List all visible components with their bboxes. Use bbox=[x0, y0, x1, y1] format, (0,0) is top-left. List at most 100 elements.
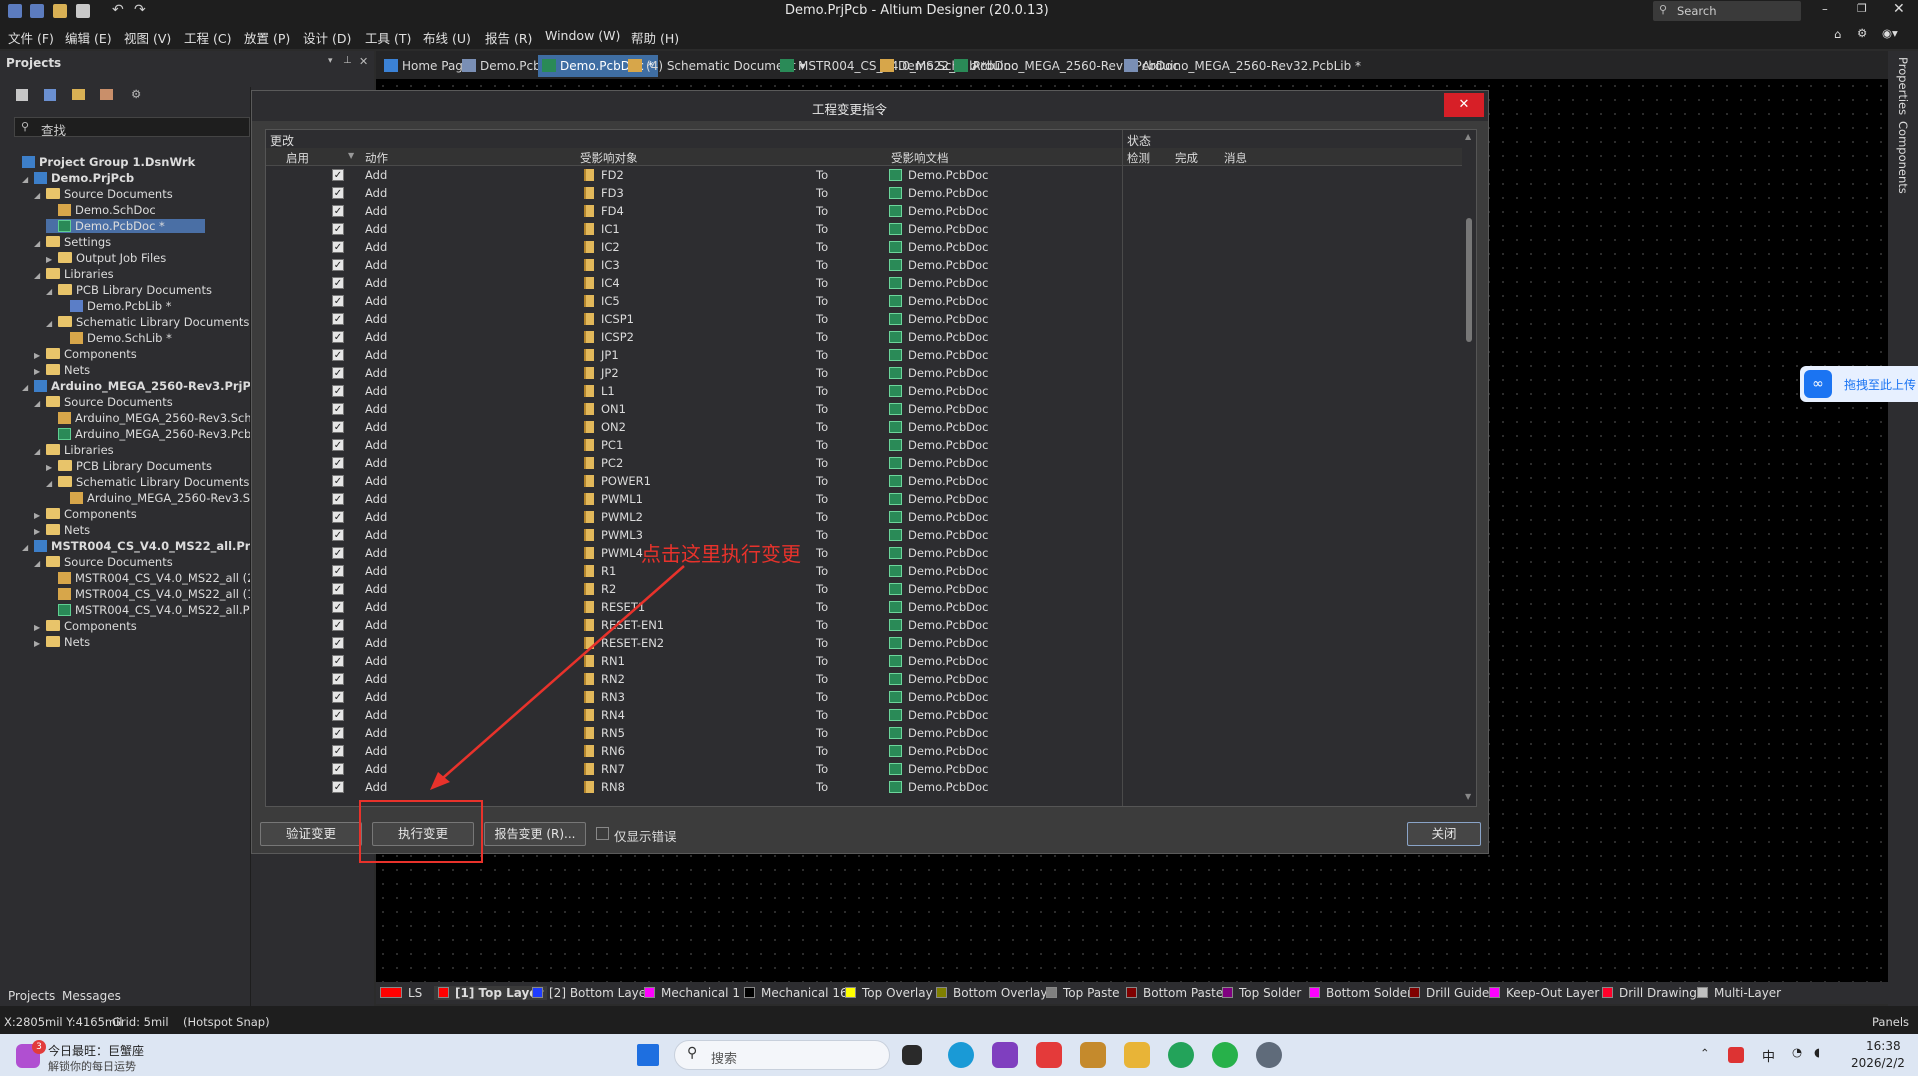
expand-arrow-icon[interactable]: ◢ bbox=[34, 271, 42, 280]
report-changes-button[interactable]: 报告变更 (R)... bbox=[484, 822, 586, 846]
tree-item[interactable]: ▶ Components bbox=[34, 507, 137, 521]
tray-chevron-icon[interactable]: ⌃ bbox=[1700, 1046, 1710, 1060]
eco-row[interactable]: ✓ Add PWML2 To Demo.PcbDoc bbox=[266, 508, 1462, 526]
upload-badge[interactable]: ∞ 拖拽至此上传 bbox=[1800, 366, 1918, 402]
menu-view[interactable]: 视图 (V) bbox=[124, 28, 171, 47]
file-explorer-icon[interactable] bbox=[1124, 1042, 1150, 1068]
tree-item[interactable]: MSTR004_CS_V4.0_MS22_all.PcbDoc bbox=[46, 603, 252, 617]
menu-file[interactable]: 文件 (F) bbox=[8, 28, 54, 47]
wps-icon[interactable] bbox=[1036, 1042, 1062, 1068]
tree-item[interactable]: ◢ Demo.PrjPcb bbox=[22, 171, 134, 185]
menu-place[interactable]: 放置 (P) bbox=[244, 28, 290, 47]
enable-checkbox[interactable]: ✓ bbox=[332, 745, 344, 757]
layer-tab[interactable]: Top Solder bbox=[1222, 986, 1301, 1000]
collapse-arrow-icon[interactable]: ▶ bbox=[34, 511, 42, 520]
enable-checkbox[interactable]: ✓ bbox=[332, 727, 344, 739]
eco-row[interactable]: ✓ Add ON2 To Demo.PcbDoc bbox=[266, 418, 1462, 436]
open-folder-icon[interactable] bbox=[53, 4, 67, 18]
menu-project[interactable]: 工程 (C) bbox=[184, 28, 231, 47]
enable-checkbox[interactable]: ✓ bbox=[332, 601, 344, 613]
enable-checkbox[interactable]: ✓ bbox=[332, 349, 344, 361]
enable-checkbox[interactable]: ✓ bbox=[332, 367, 344, 379]
expand-arrow-icon[interactable]: ◢ bbox=[46, 479, 54, 488]
layer-tab[interactable]: Top Paste bbox=[1046, 986, 1119, 1000]
enable-checkbox[interactable]: ✓ bbox=[332, 655, 344, 667]
layer-tab[interactable]: Drill Guide bbox=[1409, 986, 1489, 1000]
panel-menu-icon[interactable]: ▾ bbox=[328, 56, 333, 66]
visual-studio-icon[interactable] bbox=[992, 1042, 1018, 1068]
col-done[interactable]: 完成 bbox=[1175, 150, 1198, 166]
enable-checkbox[interactable]: ✓ bbox=[332, 763, 344, 775]
clock-date[interactable]: 2026/2/2 bbox=[1851, 1056, 1905, 1070]
panels-button[interactable]: Panels bbox=[1872, 1015, 1909, 1029]
expand-arrow-icon[interactable]: ◢ bbox=[22, 383, 30, 392]
enable-checkbox[interactable]: ✓ bbox=[332, 421, 344, 433]
layer-tab[interactable]: [1] Top Layer bbox=[434, 986, 548, 1000]
eco-row[interactable]: ✓ Add FD3 To Demo.PcbDoc bbox=[266, 184, 1462, 202]
enable-checkbox[interactable]: ✓ bbox=[332, 187, 344, 199]
scroll-up-icon[interactable]: ▲ bbox=[1465, 132, 1471, 141]
settings-app-icon[interactable] bbox=[1256, 1042, 1282, 1068]
expand-arrow-icon[interactable]: ◢ bbox=[34, 447, 42, 456]
tray-app-icon[interactable] bbox=[1728, 1047, 1744, 1063]
tree-item[interactable]: ◢ Schematic Library Documents bbox=[46, 475, 249, 489]
properties-tab[interactable]: Properties bbox=[1896, 57, 1910, 115]
start-button[interactable] bbox=[637, 1044, 659, 1066]
collapse-arrow-icon[interactable]: ▶ bbox=[34, 351, 42, 360]
collapse-arrow-icon[interactable]: ▶ bbox=[46, 255, 54, 264]
tree-item[interactable]: ◢ Settings bbox=[34, 235, 111, 249]
close-project-icon[interactable] bbox=[100, 89, 113, 100]
wifi-icon[interactable]: ◔ bbox=[1792, 1045, 1802, 1059]
enable-checkbox[interactable]: ✓ bbox=[332, 547, 344, 559]
enable-checkbox[interactable]: ✓ bbox=[332, 673, 344, 685]
tree-item[interactable]: ▶ Nets bbox=[34, 523, 90, 537]
open-project-icon[interactable] bbox=[76, 4, 90, 18]
eco-row[interactable]: ✓ Add JP1 To Demo.PcbDoc bbox=[266, 346, 1462, 364]
only-errors-label[interactable]: 仅显示错误 bbox=[614, 826, 677, 845]
eco-row[interactable]: ✓ Add L1 To Demo.PcbDoc bbox=[266, 382, 1462, 400]
enable-checkbox[interactable]: ✓ bbox=[332, 583, 344, 595]
task-view-icon[interactable] bbox=[902, 1045, 922, 1065]
enable-checkbox[interactable]: ✓ bbox=[332, 223, 344, 235]
tree-item[interactable]: Demo.SchLib * bbox=[58, 331, 172, 345]
tree-item[interactable]: ▶ Output Job Files bbox=[46, 251, 166, 265]
enable-checkbox[interactable]: ✓ bbox=[332, 295, 344, 307]
enable-checkbox[interactable]: ✓ bbox=[332, 259, 344, 271]
tree-item[interactable]: MSTR004_CS_V4.0_MS22_all (2).SchD bbox=[46, 571, 252, 585]
enable-checkbox[interactable]: ✓ bbox=[332, 529, 344, 541]
enable-checkbox[interactable]: ✓ bbox=[332, 475, 344, 487]
scroll-down-icon[interactable]: ▼ bbox=[1465, 792, 1471, 801]
wechat-icon[interactable] bbox=[1212, 1042, 1238, 1068]
tree-item[interactable]: ◢ Source Documents bbox=[34, 555, 173, 569]
tree-item[interactable]: ◢ Libraries bbox=[34, 267, 114, 281]
restore-button[interactable]: ❐ bbox=[1857, 2, 1867, 15]
enable-checkbox[interactable]: ✓ bbox=[332, 691, 344, 703]
enable-checkbox[interactable]: ✓ bbox=[332, 511, 344, 523]
layer-tab[interactable]: Keep-Out Layer bbox=[1489, 986, 1599, 1000]
eco-row[interactable]: ✓ Add POWER1 To Demo.PcbDoc bbox=[266, 472, 1462, 490]
expand-arrow-icon[interactable]: ◢ bbox=[46, 287, 54, 296]
panel-close-icon[interactable]: ✕ bbox=[359, 55, 368, 68]
tree-item[interactable]: ◢ MSTR004_CS_V4.0_MS22_all.PrjPcb * bbox=[22, 539, 252, 553]
notification-widget[interactable]: 3 今日最旺：巨蟹座 解锁你的每日运势 bbox=[12, 1040, 172, 1073]
tree-item[interactable]: Demo.PcbLib * bbox=[58, 299, 172, 313]
enable-checkbox[interactable]: ✓ bbox=[332, 205, 344, 217]
layer-tab[interactable]: Multi-Layer bbox=[1697, 986, 1781, 1000]
tree-item[interactable]: Demo.SchDoc bbox=[46, 203, 156, 217]
save-all-icon[interactable] bbox=[30, 4, 44, 18]
layer-tab[interactable]: Mechanical 16 bbox=[744, 986, 848, 1000]
menu-edit[interactable]: 编辑 (E) bbox=[65, 28, 112, 47]
eco-row[interactable]: ✓ Add FD2 To Demo.PcbDoc bbox=[266, 166, 1462, 184]
tree-item[interactable]: ◢ Source Documents bbox=[34, 187, 173, 201]
clock-time[interactable]: 16:38 bbox=[1866, 1039, 1901, 1053]
components-tab[interactable]: Components bbox=[1896, 121, 1910, 194]
collapse-arrow-icon[interactable]: ▶ bbox=[34, 367, 42, 376]
pin-icon[interactable]: ⊥ bbox=[343, 55, 352, 66]
col-enable[interactable]: 启用 bbox=[286, 150, 309, 166]
menu-help[interactable]: 帮助 (H) bbox=[631, 28, 679, 47]
layer-tab[interactable]: Bottom Paste bbox=[1126, 986, 1223, 1000]
eco-row[interactable]: ✓ Add ICSP1 To Demo.PcbDoc bbox=[266, 310, 1462, 328]
tree-item[interactable]: MSTR004_CS_V4.0_MS22_all (1).SchD bbox=[46, 587, 252, 601]
enable-checkbox[interactable]: ✓ bbox=[332, 439, 344, 451]
bottom-tab-projects[interactable]: Projects bbox=[8, 989, 55, 1003]
